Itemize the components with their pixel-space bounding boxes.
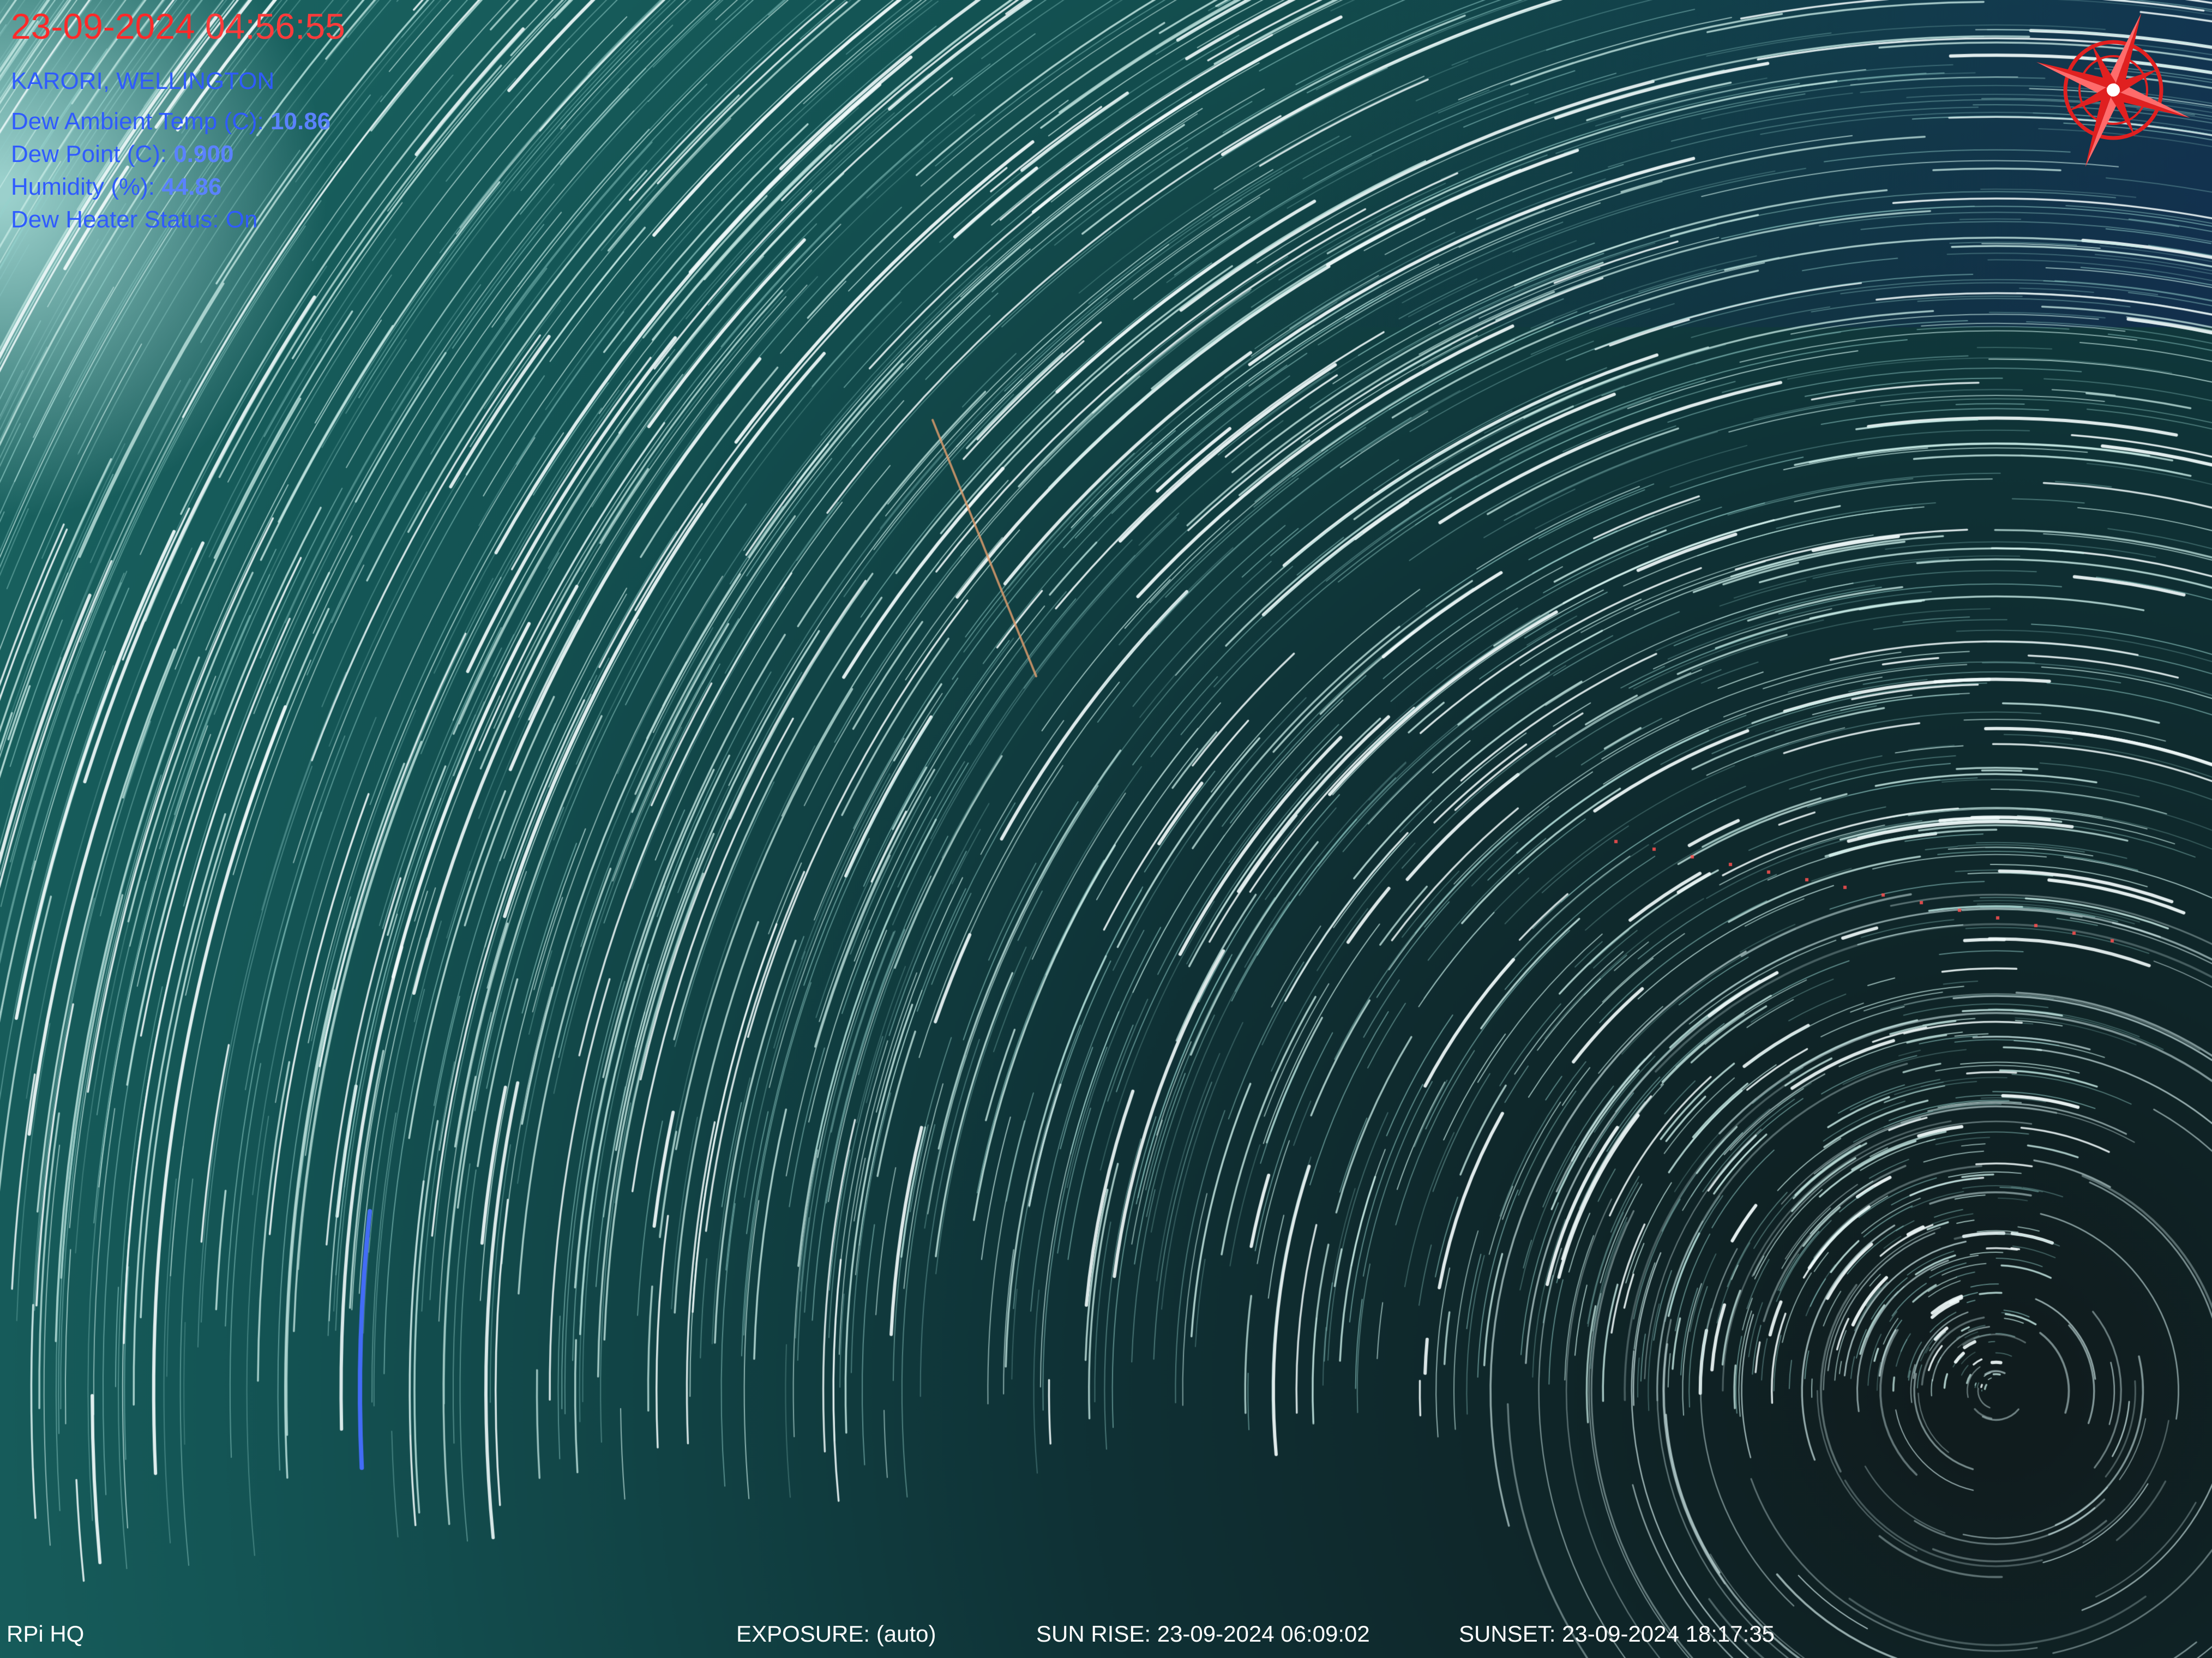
exposure-label: EXPOSURE: (auto): [736, 1621, 936, 1647]
dew-heater-status-label: Dew Heater Status:: [11, 206, 219, 233]
dew-ambient-temp: Dew Ambient Temp (C): 10.86: [11, 108, 330, 135]
sunset-label: SUNSET: 23-09-2024 18:17:35: [1459, 1621, 1775, 1647]
sunrise-label: SUN RISE: 23-09-2024 06:09:02: [1036, 1621, 1370, 1647]
humidity-label: Humidity (%):: [11, 173, 155, 200]
compass-rose-icon: [2036, 13, 2190, 167]
capture-date: 23-09-2024: [11, 6, 195, 46]
humidity-value: 44.86: [161, 173, 222, 200]
humidity: Humidity (%): 44.86: [11, 173, 221, 201]
allsky-image: 23-09-2024 04:56:55 KARORI, WELLINGTON D…: [0, 0, 2212, 1658]
dew-heater-status-value: On: [225, 206, 258, 233]
dew-ambient-temp-label: Dew Ambient Temp (C):: [11, 108, 264, 135]
dew-heater-status: Dew Heater Status: On: [11, 206, 257, 233]
capture-time: 04:56:55: [205, 6, 345, 46]
location-label: KARORI, WELLINGTON: [11, 68, 275, 94]
camera-label: RPi HQ: [7, 1621, 85, 1647]
dew-point-label: Dew Point (C):: [11, 141, 167, 167]
star-trails-photo: [0, 0, 2212, 1658]
capture-datetime: 23-09-2024 04:56:55: [11, 5, 345, 47]
dew-point-value: 0.900: [173, 141, 234, 167]
dew-point: Dew Point (C): 0.900: [11, 141, 233, 168]
dew-ambient-temp-value: 10.86: [271, 108, 331, 135]
